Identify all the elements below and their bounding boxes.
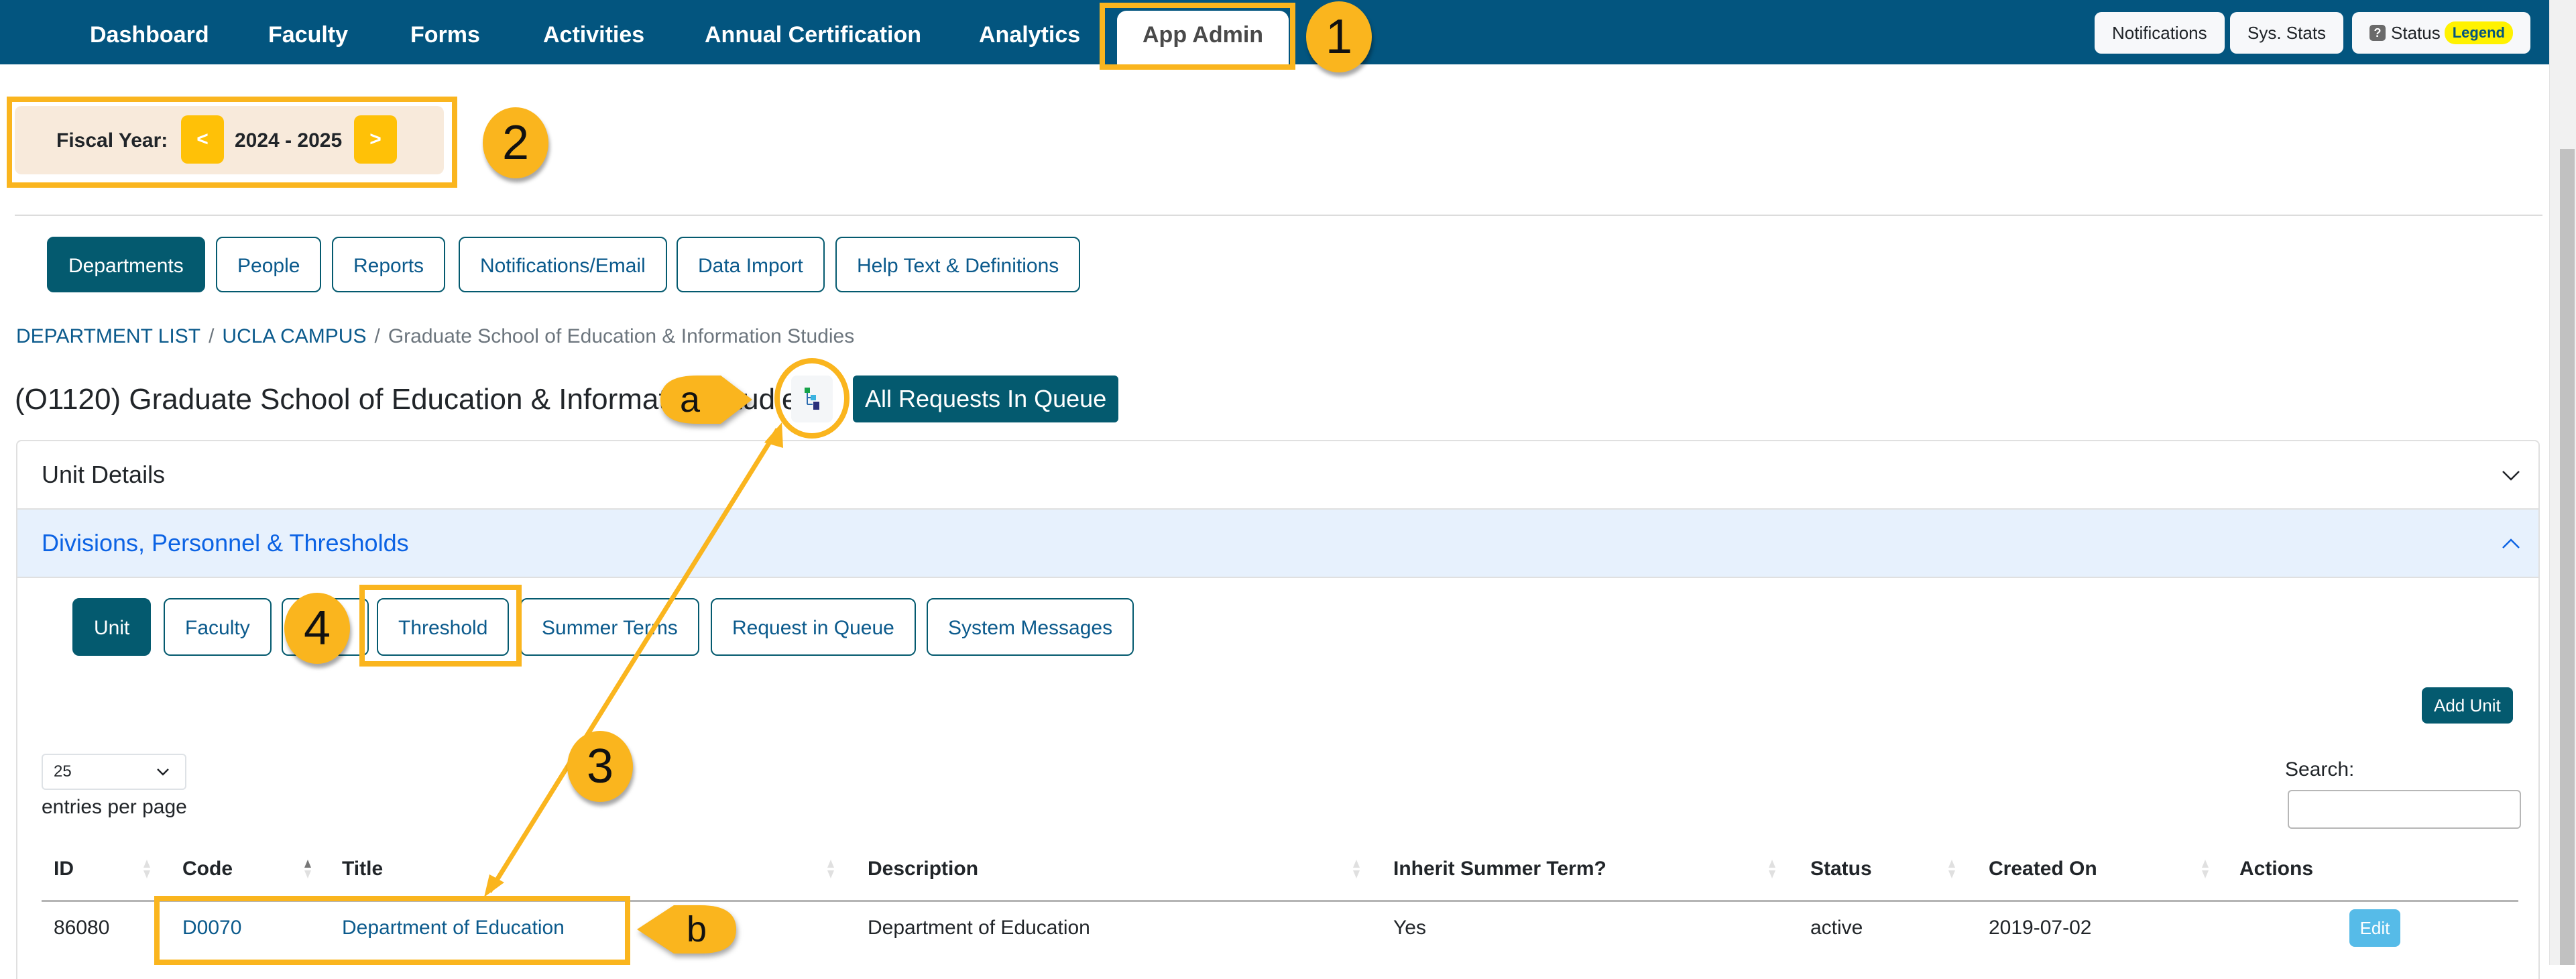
chevron-down-icon: [2502, 471, 2520, 481]
chevron-up-icon: [2502, 538, 2520, 549]
annotation-marker-4: 4: [284, 593, 350, 664]
annotation-box-1: [1100, 3, 1295, 70]
sort-icon: [1948, 860, 1955, 878]
tab-notifications-email[interactable]: Notifications/Email: [459, 237, 667, 292]
edit-button[interactable]: Edit: [2349, 909, 2400, 947]
nav-dashboard[interactable]: Dashboard: [90, 0, 209, 64]
search-label: Search:: [2285, 758, 2355, 781]
sort-icon: [2202, 860, 2209, 878]
annotation-box-2: [7, 97, 457, 188]
cell-status: active: [1810, 917, 1863, 939]
annotation-box-4: [359, 585, 522, 667]
accordion-divisions-personnel-thresholds[interactable]: Divisions, Personnel & Thresholds: [16, 508, 2540, 578]
sys-stats-button[interactable]: Sys. Stats: [2230, 12, 2344, 54]
column-header-actions: Actions: [2239, 858, 2314, 880]
breadcrumb-current: Graduate School of Education & Informati…: [388, 325, 855, 347]
subtab-unit[interactable]: Unit: [72, 598, 152, 656]
accordion-title: Divisions, Personnel & Thresholds: [42, 529, 409, 557]
page-length-label: entries per page: [42, 796, 187, 818]
column-header-status[interactable]: Status: [1810, 856, 1872, 882]
add-unit-button[interactable]: Add Unit: [2422, 687, 2513, 724]
breadcrumb-ucla-campus[interactable]: UCLA CAMPUS: [222, 325, 366, 347]
subtab-system-messages[interactable]: System Messages: [927, 598, 1134, 656]
column-header-created-on[interactable]: Created On: [1989, 856, 2097, 882]
column-header-id[interactable]: ID: [54, 856, 74, 882]
tab-reports[interactable]: Reports: [332, 237, 446, 292]
status-legend-button[interactable]: ? Status Legend: [2352, 12, 2530, 54]
accordion-title: Unit Details: [42, 461, 166, 488]
all-requests-in-queue-button[interactable]: All Requests In Queue: [853, 376, 1119, 422]
sort-icon: [1769, 860, 1775, 878]
org-tree-button[interactable]: [791, 376, 833, 422]
divider: [15, 215, 2542, 216]
chevron-down-icon: [157, 768, 169, 776]
nav-analytics[interactable]: Analytics: [979, 0, 1080, 64]
subtab-faculty[interactable]: Faculty: [164, 598, 272, 656]
nav-annual-certification[interactable]: Annual Certification: [705, 0, 921, 64]
column-header-description[interactable]: Description: [868, 856, 978, 882]
breadcrumb: DEPARTMENT LIST / UCLA CAMPUS / Graduate Sch…: [16, 323, 854, 350]
breadcrumb-separator: /: [374, 325, 380, 347]
subtab-request-in-queue[interactable]: Request in Queue: [711, 598, 916, 656]
tab-help-text-definitions[interactable]: Help Text & Definitions: [835, 237, 1081, 292]
cell-created-on: 2019-07-02: [1989, 917, 2092, 939]
question-icon: ?: [2369, 25, 2386, 42]
sort-icon: [1353, 860, 1360, 878]
annotation-box-b: [154, 896, 630, 965]
cell-description: Department of Education: [868, 917, 1090, 939]
annotation-label-b: b: [687, 909, 707, 949]
column-header-code[interactable]: Code: [182, 856, 233, 882]
accordion-unit-details[interactable]: Unit Details: [16, 440, 2540, 510]
page-length-value: 25: [54, 762, 72, 781]
page-scrollbar-thumb[interactable]: [2560, 149, 2575, 965]
annotation-marker-1: 1: [1306, 1, 1372, 72]
page-length-select[interactable]: 25: [42, 754, 186, 790]
sort-icon: [143, 860, 150, 878]
nav-activities[interactable]: Activities: [543, 0, 644, 64]
breadcrumb-separator: /: [209, 325, 215, 347]
legend-badge: Legend: [2444, 21, 2513, 45]
sort-icon: [827, 860, 834, 878]
annotation-marker-2: 2: [483, 107, 548, 178]
column-header-title[interactable]: Title: [342, 856, 383, 882]
notifications-button[interactable]: Notifications: [2095, 12, 2225, 54]
tab-people[interactable]: People: [216, 237, 322, 292]
nav-forms[interactable]: Forms: [410, 0, 480, 64]
nav-faculty[interactable]: Faculty: [268, 0, 348, 64]
cell-id: 86080: [54, 917, 110, 939]
search-input[interactable]: [2288, 790, 2521, 829]
tab-data-import[interactable]: Data Import: [677, 237, 825, 292]
annotation-label-a: a: [680, 380, 701, 420]
org-tree-icon: [805, 388, 819, 410]
breadcrumb-department-list[interactable]: DEPARTMENT LIST: [16, 325, 200, 347]
cell-inherit-summer-term: Yes: [1393, 917, 1426, 939]
status-label: Status: [2391, 23, 2441, 43]
subtab-summer-terms[interactable]: Summer Terms: [520, 598, 699, 656]
annotation-marker-3: 3: [567, 731, 633, 802]
column-header-inherit-summer-term[interactable]: Inherit Summer Term?: [1393, 856, 1606, 882]
tab-departments[interactable]: Departments: [47, 237, 205, 292]
sort-ascending-icon: [304, 860, 311, 878]
